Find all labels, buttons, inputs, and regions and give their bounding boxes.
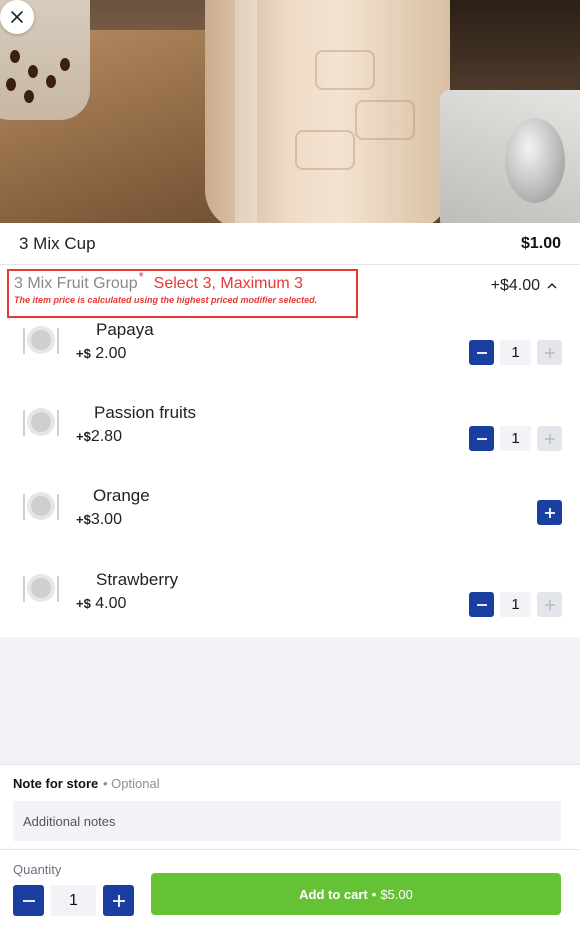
minus-icon [476, 351, 487, 354]
add-to-cart-label: Add to cart [299, 886, 368, 902]
minus-icon [22, 899, 35, 902]
option-stepper [537, 500, 562, 525]
store-note-section: Note for store • Optional [0, 764, 580, 850]
decrease-button[interactable] [469, 592, 494, 617]
modifier-group-header: 3 Mix Fruit Group * Select 3, Maximum 3 … [7, 269, 358, 318]
close-icon [11, 11, 23, 23]
quantity-label: Quantity [13, 862, 62, 877]
note-optional-hint: • Optional [103, 776, 160, 791]
option-price: +$3.00 [76, 511, 122, 528]
quantity-value: 1 [51, 885, 96, 916]
option-name: Orange [93, 486, 150, 505]
increase-quantity-button[interactable] [103, 885, 134, 916]
increase-button[interactable] [537, 592, 562, 617]
decrease-button[interactable] [469, 426, 494, 451]
option-name: Strawberry [96, 570, 179, 589]
plus-icon [544, 433, 555, 444]
note-label: Note for store [13, 776, 99, 791]
plus-icon [544, 347, 555, 358]
plus-icon [112, 894, 125, 907]
increase-button[interactable] [537, 426, 562, 451]
decrease-button[interactable] [469, 340, 494, 365]
content-spacer [0, 637, 580, 764]
plate-cutlery-icon [23, 492, 59, 520]
quantity-stepper: 1 [13, 885, 134, 916]
add-to-cart-button[interactable]: Add to cart • $5.00 [151, 873, 561, 915]
plate-cutlery-icon [23, 326, 59, 354]
option-row-strawberry: Strawberry +$ 4.00 1 [0, 568, 580, 628]
option-quantity: 1 [500, 592, 531, 617]
additional-notes-input[interactable] [13, 801, 561, 841]
product-image [0, 0, 580, 223]
option-row-passion-fruits: Passion fruits +$2.80 1 [0, 400, 580, 460]
option-price: +$2.80 [76, 428, 122, 445]
required-mark: * [138, 269, 144, 284]
group-collapse-toggle[interactable]: +$4.00 [491, 277, 558, 295]
option-stepper: 1 [469, 426, 562, 451]
option-name: Passion fruits [94, 403, 197, 422]
plus-icon [544, 507, 555, 518]
option-row-orange: Orange +$3.00 [0, 484, 580, 544]
modifier-group-name: 3 Mix Fruit Group [14, 275, 138, 292]
item-price: $1.00 [520, 234, 561, 252]
selection-rule: Select 3, Maximum 3 [153, 275, 304, 292]
modifier-group-total: +$4.00 [490, 277, 540, 294]
chevron-up-icon [547, 283, 557, 289]
minus-icon [476, 437, 487, 440]
option-name: Papaya [96, 320, 154, 339]
item-name: 3 Mix Cup [19, 233, 96, 253]
pricing-note: The item price is calculated using the h… [14, 295, 318, 305]
option-quantity: 1 [500, 340, 531, 365]
increase-button[interactable] [537, 340, 562, 365]
option-stepper: 1 [469, 340, 562, 365]
option-price: +$ 2.00 [76, 345, 127, 362]
decrease-quantity-button[interactable] [13, 885, 44, 916]
option-quantity: 1 [500, 426, 531, 451]
plate-cutlery-icon [23, 574, 59, 602]
option-stepper: 1 [469, 592, 562, 617]
option-row-papaya: Papaya +$ 2.00 1 [0, 318, 580, 378]
item-header: 3 Mix Cup $1.00 [0, 223, 580, 265]
cart-footer: Quantity 1 Add to cart • $5.00 [0, 851, 580, 936]
cart-amount: $5.00 [380, 886, 413, 902]
separator: • [371, 886, 377, 902]
plate-cutlery-icon [23, 408, 59, 436]
add-option-button[interactable] [537, 500, 562, 525]
minus-icon [476, 603, 487, 606]
close-button[interactable] [0, 0, 34, 34]
option-price: +$ 4.00 [76, 595, 127, 612]
plus-icon [544, 599, 555, 610]
